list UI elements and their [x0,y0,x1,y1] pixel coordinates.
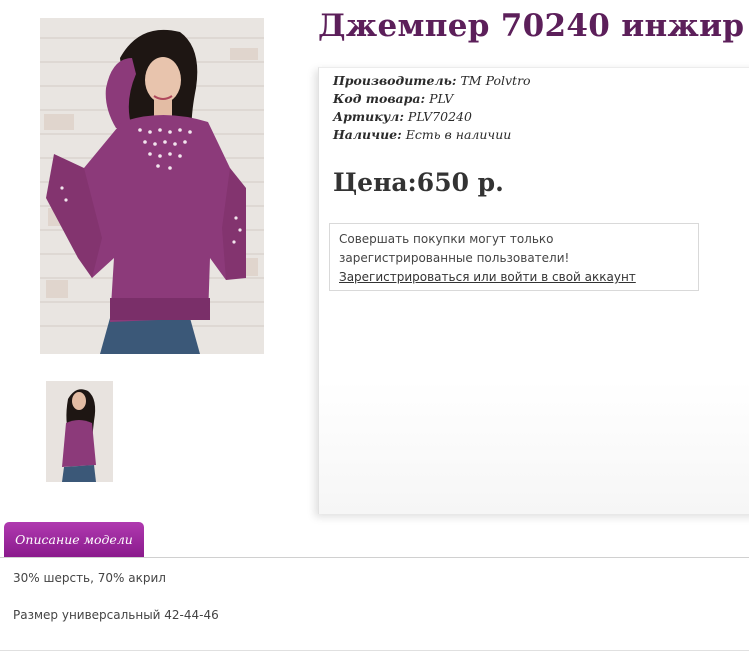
product-page: Джемпер 70240 инжир Производитель: TM Po… [0,0,749,660]
thumbnail-image[interactable] [46,381,113,482]
login-required-notice: Совершать покупки могут только зарегистр… [329,223,699,291]
product-photo-illustration [40,18,264,354]
spec-label: Наличие: [333,127,402,142]
spec-product-code: Код товара: PLV [333,90,531,108]
spec-label: Артикул: [333,109,404,124]
register-login-link[interactable]: Зарегистрироваться или войти в свой акка… [339,270,636,284]
spec-availability: Наличие: Есть в наличии [333,126,531,144]
spec-value: PLV [429,91,454,106]
tab-divider [0,557,749,558]
product-info-panel: Производитель: TM Polvtro Код товара: PL… [318,67,749,514]
description-bottom-divider [0,650,749,651]
spec-label: Производитель: [333,73,457,88]
thumbnail-illustration [46,381,113,482]
price-label: Цена: [333,168,417,197]
main-product-image[interactable] [40,18,264,354]
spec-label: Код товара: [333,91,426,106]
tab-model-description[interactable]: Описание модели [4,522,144,557]
spec-value: TM Polvtro [460,73,531,88]
description-composition: 30% шерсть, 70% акрил [13,571,166,585]
spec-value: PLV70240 [407,109,472,124]
model-description: 30% шерсть, 70% акрил Размер универсальн… [13,570,733,644]
notice-text: Совершать покупки могут только зарегистр… [339,232,570,265]
description-size: Размер универсальный 42-44-46 [13,608,219,622]
spec-article: Артикул: PLV70240 [333,108,531,126]
spec-value: Есть в наличии [405,127,512,142]
product-specs-list: Производитель: TM Polvtro Код товара: PL… [333,72,531,144]
product-title: Джемпер 70240 инжир [318,8,745,44]
product-price: Цена:650 р. [333,168,504,197]
spec-manufacturer: Производитель: TM Polvtro [333,72,531,90]
price-value: 650 р. [416,168,504,197]
